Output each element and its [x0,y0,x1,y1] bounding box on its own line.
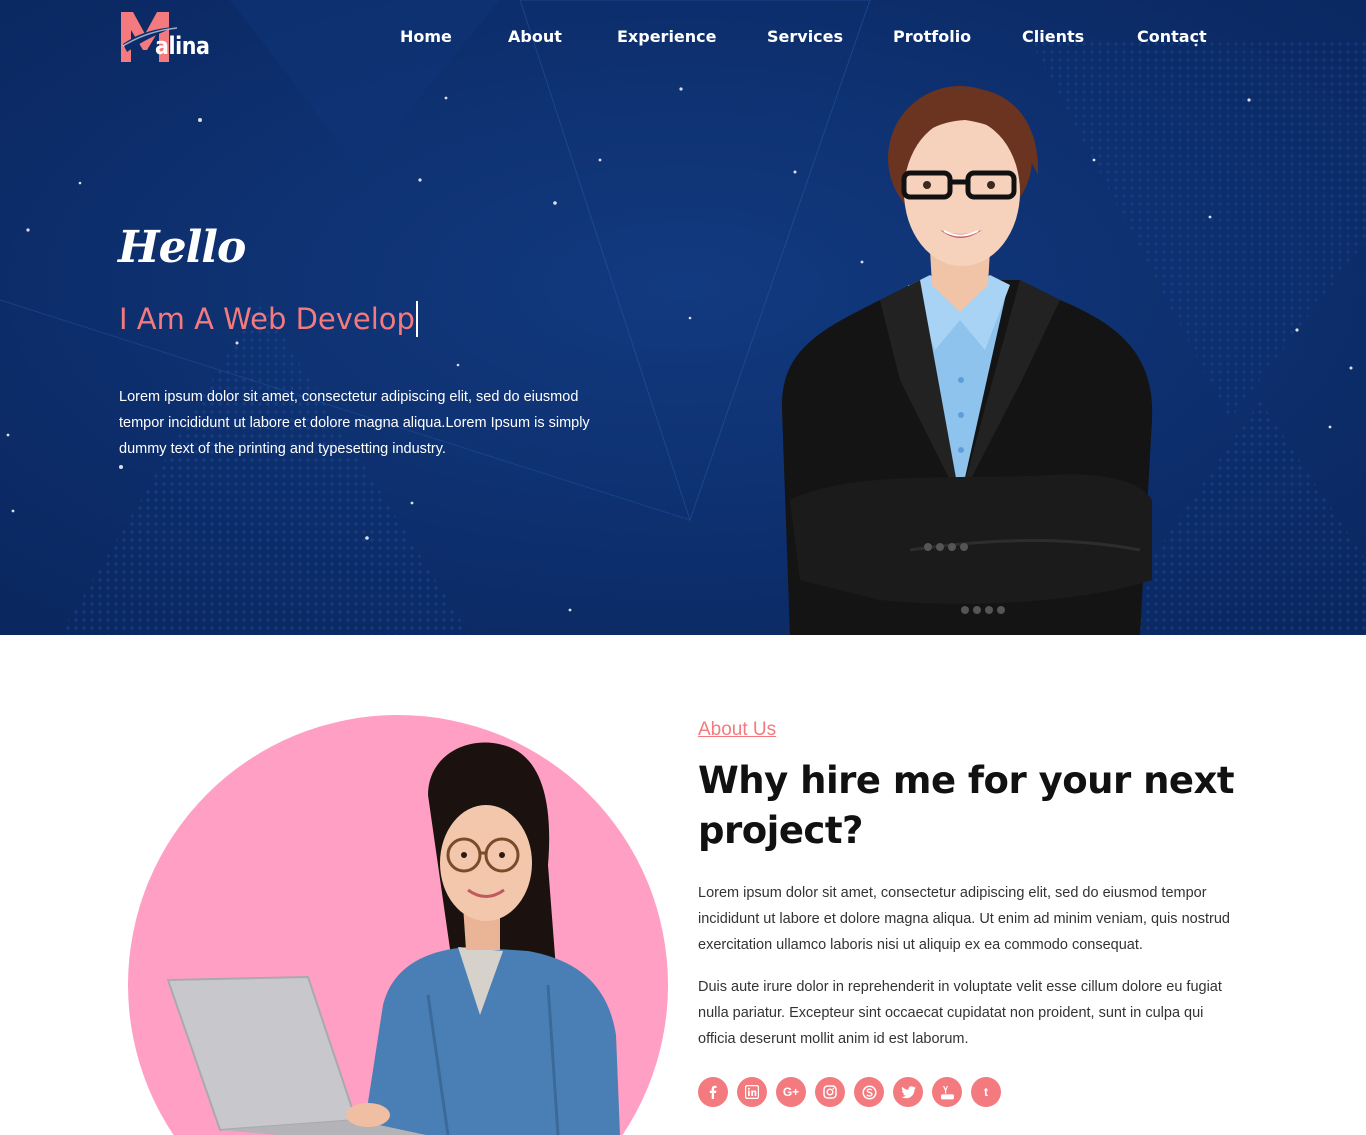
google-plus-icon[interactable]: G+ [776,1077,806,1107]
instagram-icon[interactable] [815,1077,845,1107]
linkedin-icon[interactable] [737,1077,767,1107]
about-section-label[interactable]: About Us [698,718,776,742]
about-paragraph-2: Duis aute irure dolor in reprehenderit i… [698,979,1222,1047]
main-nav: Home About Experience Services Protfolio… [0,26,1366,50]
nav-item-clients[interactable]: Clients [1022,26,1084,48]
about-heading: Why hire me for your next project? [698,759,1235,852]
nav-item-home[interactable]: Home [400,26,452,48]
nav-item-experience[interactable]: Experience [617,26,717,48]
nav-item-services[interactable]: Services [767,26,843,48]
hero-description: Lorem ipsum dolor sit amet, consectetur … [119,388,590,457]
facebook-icon[interactable] [698,1077,728,1107]
twitter-icon[interactable] [893,1077,923,1107]
hero-portrait [781,86,1153,635]
tumblr-icon[interactable]: t [971,1077,1001,1107]
hero-section: alina Home About Experience Services Pro… [0,0,1366,635]
skype-icon[interactable] [854,1077,884,1107]
tumblr-glyph: t [984,1085,988,1099]
typing-cursor [415,301,418,337]
about-paragraph-1: Lorem ipsum dolor sit amet, consectetur … [698,885,1230,953]
google-plus-glyph: G+ [782,1085,800,1099]
nav-item-about[interactable]: About [508,26,562,48]
about-portrait [128,715,668,1135]
youtube-icon[interactable] [932,1077,962,1107]
hero-greeting: Hello [118,222,246,273]
hero-role-text: I Am A Web Develop [119,302,415,336]
nav-item-portfolio[interactable]: Protfolio [893,26,971,48]
nav-item-contact[interactable]: Contact [1137,26,1207,48]
hero-role-typed: I Am A Web Develop [119,300,418,338]
